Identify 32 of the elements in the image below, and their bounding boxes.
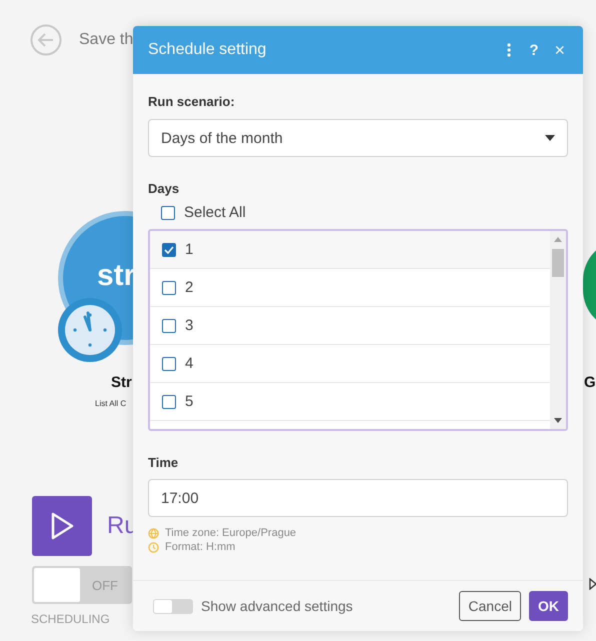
module-name: Str: [111, 374, 132, 391]
scrollbar[interactable]: [550, 231, 566, 429]
check-icon: [164, 246, 174, 254]
scheduling-label: SCHEDULING: [31, 612, 110, 626]
run-scenario-select[interactable]: Days of the month: [148, 119, 568, 157]
save-label: Save th: [79, 31, 134, 49]
run-button[interactable]: [32, 496, 92, 556]
module-name: G: [584, 374, 596, 391]
day-option[interactable]: 1: [150, 231, 550, 269]
cancel-button[interactable]: Cancel: [459, 591, 521, 621]
field-label: Run scenario:: [148, 94, 236, 109]
time-field[interactable]: 17:00: [148, 479, 568, 517]
advanced-toggle[interactable]: [153, 598, 193, 614]
field-label: Time: [148, 455, 180, 470]
advanced-label: Show advanced settings: [201, 598, 353, 614]
day-option[interactable]: 4: [150, 345, 550, 383]
play-icon[interactable]: [589, 578, 596, 590]
module-subtitle: List All C: [95, 399, 126, 408]
ok-button[interactable]: OK: [529, 591, 568, 621]
caret-icon: [545, 135, 555, 141]
dialog-title: Schedule setting: [148, 41, 268, 59]
day-option[interactable]: 2: [150, 269, 550, 307]
globe-icon: [148, 528, 159, 538]
clock-icon[interactable]: [57, 297, 123, 363]
select-all-checkbox[interactable]: Select All: [161, 204, 568, 221]
hint-text: Time zone: Europe/Prague: [165, 527, 296, 539]
clock-icon: [148, 542, 159, 552]
day-option[interactable]: 3: [150, 307, 550, 345]
hint-text: Format: H:mm: [165, 541, 236, 553]
day-option[interactable]: 5: [150, 383, 550, 421]
field-label: Days: [148, 181, 180, 196]
more-icon[interactable]: [507, 43, 512, 57]
